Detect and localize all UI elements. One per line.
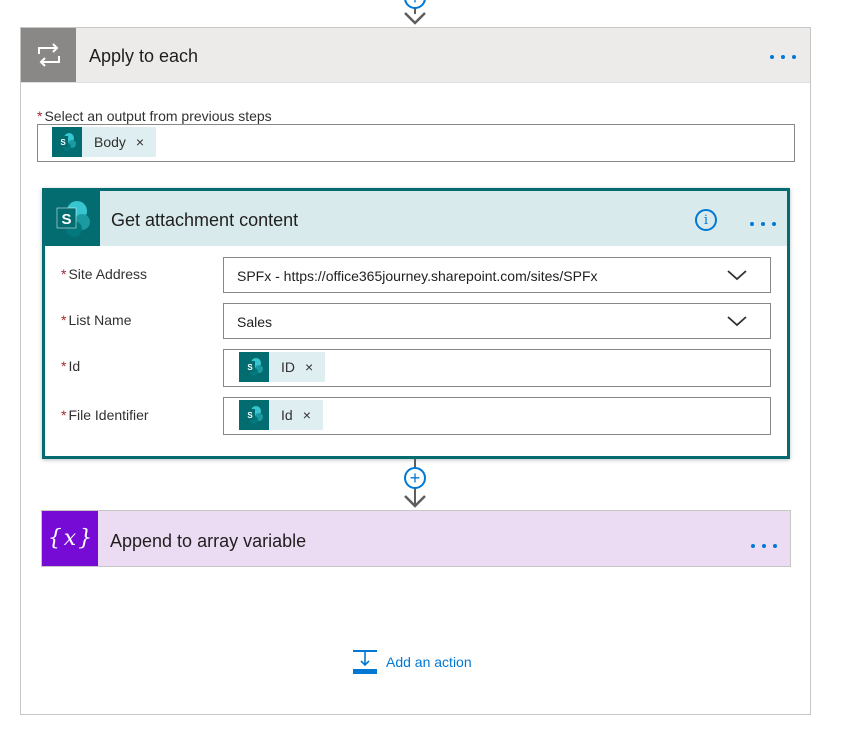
token-remove-button[interactable]: × xyxy=(295,359,325,375)
insert-step-button[interactable]: + xyxy=(404,467,426,489)
sharepoint-icon: S xyxy=(239,352,269,382)
more-icon xyxy=(770,55,796,59)
sharepoint-icon: S xyxy=(52,127,82,157)
add-action-icon xyxy=(353,650,377,674)
token-remove-button[interactable]: × xyxy=(126,134,156,150)
list-name-label: * List Name xyxy=(61,312,132,328)
get-attachment-header[interactable]: S Get attachment content i xyxy=(45,191,787,246)
file-identifier-token[interactable]: S Id × xyxy=(239,400,323,430)
sharepoint-icon: S xyxy=(239,400,269,430)
site-address-value: SPFx - https://office365journey.sharepoi… xyxy=(237,268,598,284)
chevron-down-icon xyxy=(727,316,747,327)
token-remove-button[interactable]: × xyxy=(293,407,323,423)
site-address-select[interactable]: SPFx - https://office365journey.sharepoi… xyxy=(223,257,771,293)
variable-icon: {x} xyxy=(42,511,98,566)
output-field-label: * Select an output from previous steps xyxy=(37,108,272,124)
get-attachment-more-button[interactable] xyxy=(749,215,777,227)
apply-to-each-more-button[interactable] xyxy=(769,48,797,60)
apply-to-each-header[interactable]: Apply to each xyxy=(21,28,810,83)
list-name-value: Sales xyxy=(237,314,273,330)
append-variable-title: Append to array variable xyxy=(110,531,307,551)
svg-text:S: S xyxy=(61,211,71,228)
info-icon[interactable]: i xyxy=(695,209,717,231)
append-to-array-variable-card[interactable]: {x} Append to array variable xyxy=(41,510,791,567)
svg-text:S: S xyxy=(60,138,66,147)
more-icon xyxy=(750,222,776,226)
required-marker: * xyxy=(37,108,43,124)
svg-text:S: S xyxy=(247,363,253,372)
token-label: Body xyxy=(94,134,126,150)
chevron-down-icon xyxy=(727,270,747,281)
id-label: * Id xyxy=(61,358,81,374)
loop-icon xyxy=(21,28,76,82)
id-field[interactable]: S ID × xyxy=(223,349,771,387)
arrow-down-icon xyxy=(404,495,426,508)
top-arrow-icon xyxy=(404,12,426,25)
svg-text:S: S xyxy=(247,411,253,420)
append-variable-more-button[interactable] xyxy=(750,537,778,549)
add-an-action-button[interactable]: Add an action xyxy=(352,648,472,676)
get-attachment-content-card: S Get attachment content i * Site Address… xyxy=(42,188,790,459)
file-identifier-field[interactable]: S Id × xyxy=(223,397,771,435)
token-label: Id xyxy=(281,407,293,423)
more-icon xyxy=(751,544,777,548)
output-field[interactable]: S Body × xyxy=(37,124,795,162)
top-insert-step-button[interactable]: + xyxy=(404,0,426,9)
list-name-select[interactable]: Sales xyxy=(223,303,771,339)
get-attachment-title: Get attachment content xyxy=(111,210,299,230)
id-token[interactable]: S ID × xyxy=(239,352,326,382)
body-token[interactable]: S Body × xyxy=(52,127,157,157)
site-address-label: * Site Address xyxy=(61,266,148,282)
file-identifier-label: * File Identifier xyxy=(61,407,149,423)
add-an-action-label: Add an action xyxy=(386,654,472,670)
apply-to-each-title: Apply to each xyxy=(89,46,199,66)
sharepoint-icon: S xyxy=(45,191,100,246)
token-label: ID xyxy=(281,359,295,375)
